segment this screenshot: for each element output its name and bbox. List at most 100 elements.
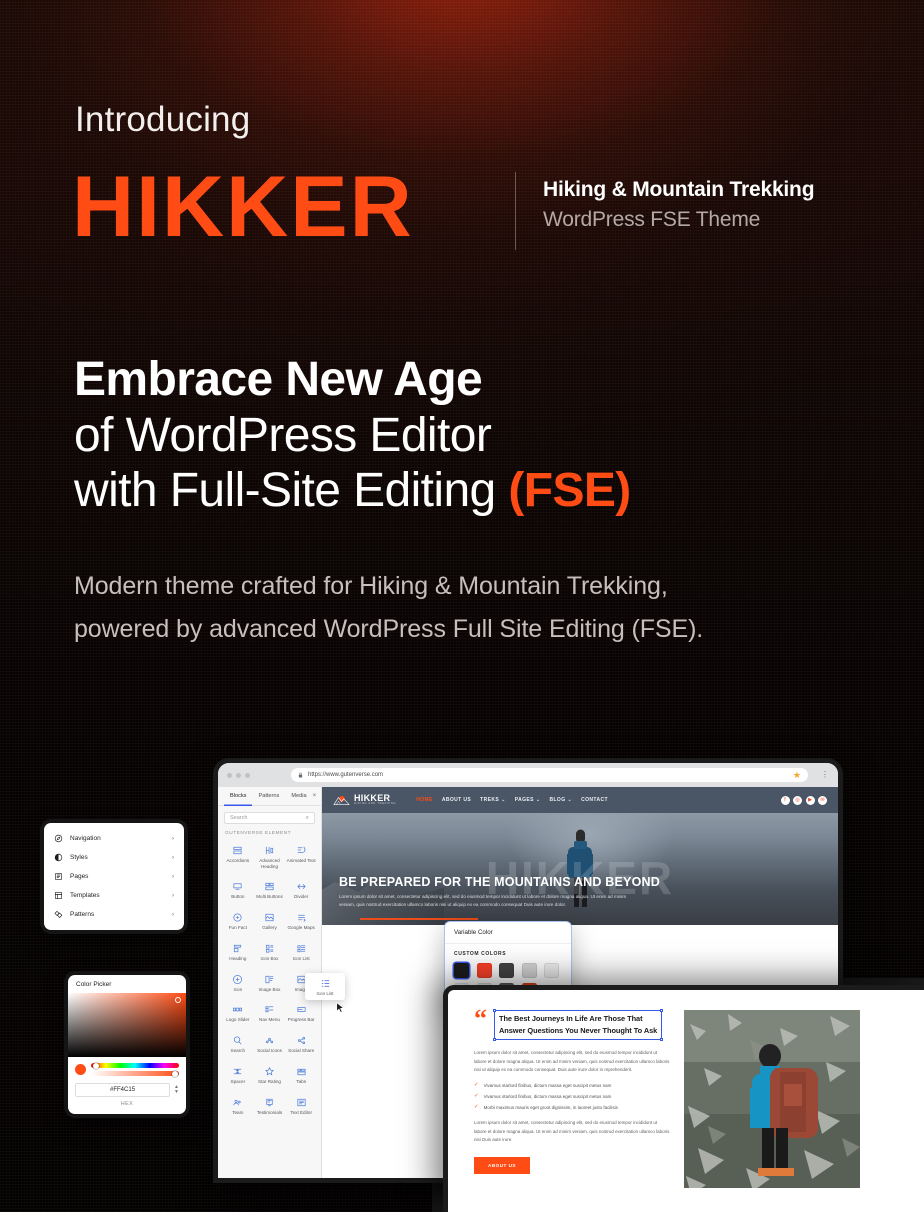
- block-item-logo-slider[interactable]: Logo Slider: [222, 999, 254, 1028]
- hue-slider[interactable]: [91, 1062, 179, 1069]
- block-item-gallery[interactable]: Gallery: [254, 907, 286, 936]
- block-item-fun-fact[interactable]: Fun Fact: [222, 907, 254, 936]
- block-icon: [234, 1068, 242, 1075]
- block-label: Icon List: [292, 955, 310, 961]
- hex-stepper[interactable]: ▲ ▼: [174, 1084, 179, 1096]
- site-nav-item-pages[interactable]: PAGES ⌄: [515, 797, 541, 803]
- sidebar-item-patterns[interactable]: Patterns ›: [44, 905, 184, 924]
- color-swatch-4[interactable]: [544, 963, 560, 978]
- tooltip-label: Icon List: [316, 991, 334, 996]
- about-us-button[interactable]: ABOUT US: [474, 1157, 530, 1175]
- search-placeholder: Search: [230, 815, 248, 821]
- block-icon: [297, 846, 306, 853]
- block-item-progress-bar[interactable]: Progress Bar: [285, 999, 317, 1028]
- block-item-tabs[interactable]: Tabs: [285, 1061, 317, 1090]
- block-label: Social Share: [288, 1048, 315, 1054]
- site-nav-item-home[interactable]: HOME: [416, 797, 433, 803]
- youtube-icon[interactable]: ▶: [805, 795, 815, 805]
- alpha-slider[interactable]: [91, 1070, 179, 1077]
- block-item-button[interactable]: Button: [222, 876, 254, 905]
- block-item-star-rating[interactable]: Star Rating: [254, 1061, 286, 1090]
- color-picker-handle[interactable]: [175, 997, 181, 1003]
- kebab-menu-icon[interactable]: ⋮: [821, 770, 829, 778]
- sidebar-item-styles[interactable]: Styles ›: [44, 848, 184, 867]
- quote-mark-icon: “: [474, 1004, 487, 1033]
- block-item-social-share[interactable]: Social Share: [285, 1030, 317, 1059]
- block-item-heading[interactable]: Heading: [222, 938, 254, 967]
- facebook-icon[interactable]: f: [780, 795, 790, 805]
- color-swatch-1[interactable]: [476, 963, 492, 978]
- sidebar-item-templates[interactable]: Templates ›: [44, 886, 184, 905]
- custom-colors-label: CUSTOM COLORS: [454, 951, 507, 957]
- block-label: Star Rating: [258, 1078, 281, 1084]
- color-swatch-0[interactable]: [454, 963, 469, 978]
- block-icon: [297, 1037, 305, 1045]
- block-item-icon-box[interactable]: Icon Box: [254, 938, 286, 967]
- block-item-team[interactable]: Team: [222, 1092, 254, 1121]
- block-item-icon-list[interactable]: Icon List: [285, 938, 317, 967]
- instagram-icon[interactable]: ◎: [793, 795, 802, 805]
- resize-handle-bottom-left[interactable]: [493, 1038, 496, 1042]
- block-item-icon[interactable]: Icon: [222, 969, 254, 998]
- block-item-divider[interactable]: Divider: [285, 876, 317, 905]
- block-item-image-box[interactable]: Image Box: [254, 969, 286, 998]
- block-item-testimonials[interactable]: Testimonials: [254, 1092, 286, 1121]
- close-inserter-icon[interactable]: ×: [313, 793, 320, 799]
- minimize-icon[interactable]: [236, 772, 241, 778]
- block-label: Button: [231, 894, 245, 900]
- mail-icon[interactable]: ✉: [818, 795, 827, 805]
- headline-line-2: of WordPress Editor: [74, 408, 492, 462]
- block-icon: [234, 1036, 242, 1045]
- block-label: Text Editor: [290, 1109, 312, 1115]
- block-item-google-maps[interactable]: Google Maps: [285, 907, 317, 936]
- address-bar[interactable]: https://www.gutenverse.com ★: [291, 768, 808, 782]
- resize-handle-top-left[interactable]: [493, 1009, 496, 1012]
- site-logo[interactable]: HIKKER HIKING AND TREKKING: [333, 794, 396, 806]
- maximize-icon[interactable]: [245, 772, 250, 778]
- block-item-spacer[interactable]: Spacer: [222, 1061, 254, 1090]
- site-nav-item-blog[interactable]: BLOG ⌄: [549, 797, 572, 803]
- hero-description: Modern theme crafted for Hiking & Mounta…: [74, 572, 704, 643]
- block-item-social-icons[interactable]: Social Icons: [254, 1030, 286, 1059]
- site-nav-item-contact[interactable]: CONTACT: [581, 797, 608, 803]
- block-item-advanced-heading[interactable]: Advanced Heading: [254, 840, 286, 874]
- block-item-accordions[interactable]: Accordions: [222, 840, 254, 874]
- site-editor-nav-card: Navigation › Styles › Pages › Templates …: [44, 823, 184, 930]
- hue-slider-knob[interactable]: [93, 1062, 99, 1069]
- block-item-animated-text[interactable]: Animated Text: [285, 840, 317, 874]
- site-nav-item-about-us[interactable]: ABOUT US: [442, 797, 471, 803]
- block-item-nav-menu[interactable]: Nav Menu: [254, 999, 286, 1028]
- chevron-right-icon: ›: [172, 854, 174, 861]
- icon-list-icon: [321, 980, 329, 987]
- star-icon[interactable]: ★: [793, 770, 801, 781]
- color-swatch-2[interactable]: [499, 963, 515, 978]
- resize-handle-top-right[interactable]: [660, 1009, 664, 1012]
- block-item-multi-buttons[interactable]: Multi Buttons: [254, 876, 286, 905]
- block-icon: [233, 1008, 243, 1012]
- block-label: Nav Menu: [259, 1017, 280, 1023]
- resize-handle-bottom-right[interactable]: [660, 1038, 664, 1042]
- stepper-down-icon[interactable]: ▼: [174, 1089, 179, 1096]
- selected-heading-block[interactable]: The Best Journeys In Life Are Those That…: [493, 1009, 664, 1042]
- block-item-text-editor[interactable]: Text Editor: [285, 1092, 317, 1121]
- color-picker-title: Color Picker: [76, 981, 112, 988]
- window-controls[interactable]: [227, 772, 250, 778]
- tab-patterns[interactable]: Patterns: [252, 787, 285, 806]
- alpha-slider-knob[interactable]: [172, 1070, 178, 1077]
- page-title: Embrace New Age of WordPress Editor with…: [74, 352, 631, 519]
- sidebar-item-navigation[interactable]: Navigation ›: [44, 829, 184, 848]
- saturation-value-area[interactable]: [68, 993, 186, 1057]
- sidebar-item-pages[interactable]: Pages ›: [44, 867, 184, 886]
- block-label: Team: [232, 1109, 244, 1115]
- close-icon[interactable]: [227, 772, 232, 778]
- block-icon: [265, 1006, 274, 1013]
- tab-media[interactable]: Media: [285, 787, 312, 806]
- tab-blocks[interactable]: Blocks: [224, 787, 252, 806]
- site-nav-item-treks[interactable]: TREKS ⌄: [480, 797, 506, 803]
- color-swatch-3[interactable]: [521, 963, 537, 978]
- block-item-search[interactable]: Search: [222, 1030, 254, 1059]
- inserter-tabs: Blocks Patterns Media ×: [218, 787, 321, 806]
- content-preview-card: “ The Best Journeys In Life Are Those Th…: [448, 990, 924, 1212]
- search-input[interactable]: Search ⌕: [224, 812, 315, 824]
- hex-input[interactable]: #FF4C15: [75, 1083, 171, 1097]
